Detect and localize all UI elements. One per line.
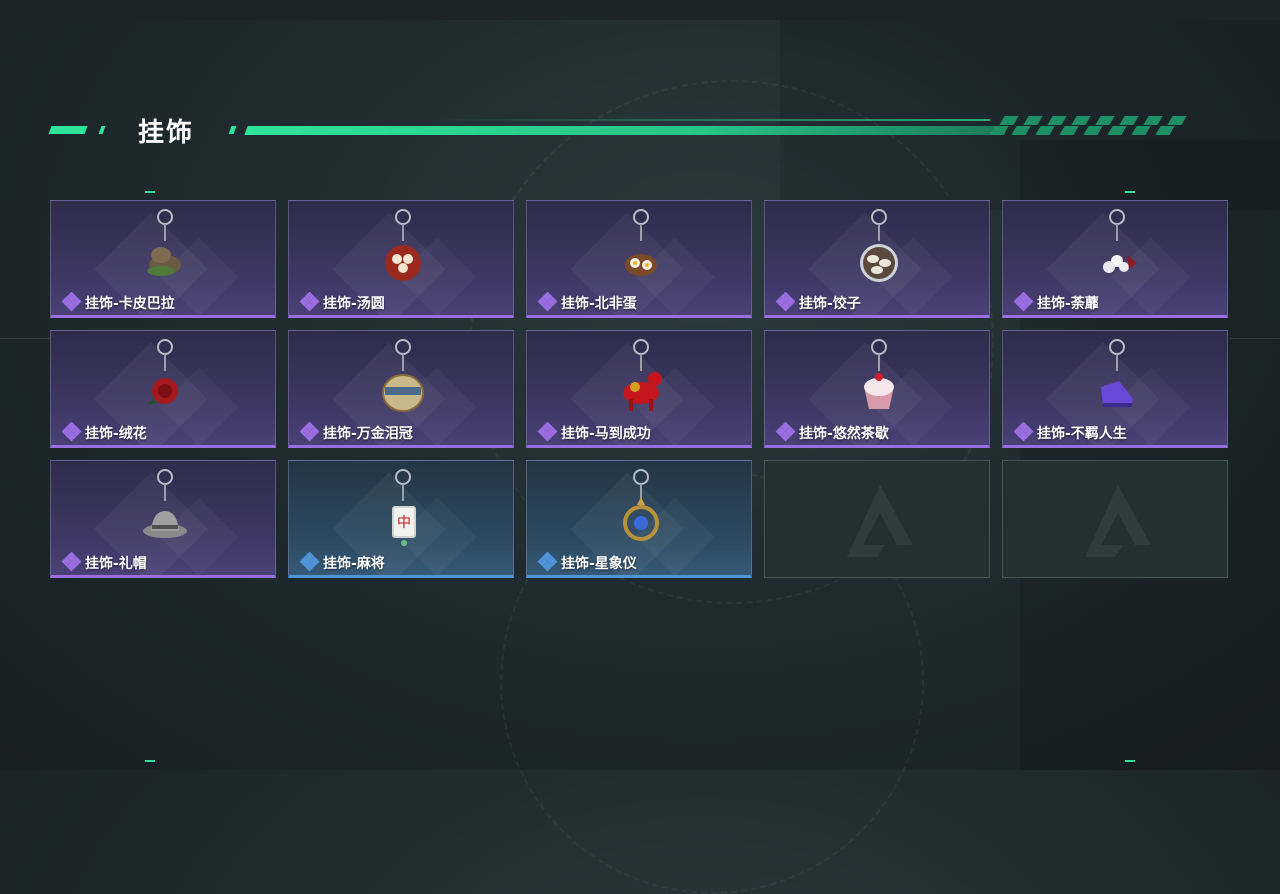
- charm-card[interactable]: 挂饰-卡皮巴拉: [50, 200, 276, 318]
- hat-charm-icon: [139, 467, 191, 557]
- charm-name: 挂饰-卡皮巴拉: [85, 296, 175, 312]
- charm-card[interactable]: 挂饰-饺子: [764, 200, 990, 318]
- charm-name: 挂饰-北非蛋: [561, 296, 637, 312]
- side-line-left: [0, 338, 50, 339]
- mahjong-tile-charm-icon: 中: [377, 467, 429, 557]
- rarity-diamond-icon: [299, 291, 321, 312]
- charm-card[interactable]: 挂饰-荼蘼: [1002, 200, 1228, 318]
- charm-name: 挂饰-荼蘼: [1037, 296, 1099, 312]
- charm-name: 挂饰-绒花: [85, 426, 147, 442]
- corner-mark: [145, 760, 155, 762]
- corner-mark: [1125, 191, 1135, 193]
- charm-name: 挂饰-马到成功: [561, 426, 651, 442]
- tangyuan-charm-icon: [377, 207, 429, 297]
- sneaker-charm-icon: [1091, 337, 1143, 427]
- section-header: 挂饰: [48, 112, 1210, 148]
- charm-card[interactable]: 挂饰-北非蛋: [526, 200, 752, 318]
- rarity-diamond-icon: [537, 291, 559, 312]
- header-dash: [48, 126, 88, 134]
- red-rose-charm-icon: [139, 337, 191, 427]
- empty-slot[interactable]: [764, 460, 990, 578]
- dumplings-charm-icon: [853, 207, 905, 297]
- side-line-right: [1230, 338, 1280, 339]
- charm-card[interactable]: 挂饰-星象仪: [526, 460, 752, 578]
- header-dash: [98, 126, 106, 134]
- corner-mark: [145, 191, 155, 193]
- charm-card[interactable]: 挂饰-不羁人生: [1002, 330, 1228, 448]
- charm-name: 挂饰-万金泪冠: [323, 426, 413, 442]
- header-bar: [244, 126, 1008, 135]
- charm-card[interactable]: 中挂饰-麻将: [288, 460, 514, 578]
- charm-card[interactable]: 挂饰-汤圆: [288, 200, 514, 318]
- corner-mark: [1125, 760, 1135, 762]
- header-checker-pattern: [989, 116, 1202, 136]
- charm-card[interactable]: 挂饰-马到成功: [526, 330, 752, 448]
- crown-charm-icon: [377, 337, 429, 427]
- rarity-diamond-icon: [775, 291, 797, 312]
- game-logo-icon: [1083, 483, 1153, 559]
- rarity-diamond-icon: [537, 551, 559, 572]
- empty-slot[interactable]: [1002, 460, 1228, 578]
- white-flower-charm-icon: [1091, 207, 1143, 297]
- top-band: [0, 0, 1280, 20]
- header-dash: [228, 126, 237, 134]
- rarity-diamond-icon: [775, 421, 797, 442]
- charm-card[interactable]: 挂饰-绒花: [50, 330, 276, 448]
- rarity-diamond-icon: [61, 291, 83, 312]
- rarity-diamond-icon: [61, 551, 83, 572]
- capybara-charm-icon: [139, 207, 191, 297]
- rarity-diamond-icon: [299, 551, 321, 572]
- rarity-diamond-icon: [299, 421, 321, 442]
- astrolabe-charm-icon: [615, 467, 667, 557]
- charm-name: 挂饰-不羁人生: [1037, 426, 1127, 442]
- charm-name: 挂饰-礼帽: [85, 556, 147, 572]
- charm-card[interactable]: 挂饰-万金泪冠: [288, 330, 514, 448]
- rarity-diamond-icon: [1013, 421, 1035, 442]
- cupcake-charm-icon: [853, 337, 905, 427]
- charm-name: 挂饰-饺子: [799, 296, 861, 312]
- game-logo-icon: [845, 483, 915, 559]
- rarity-diamond-icon: [537, 421, 559, 442]
- rarity-diamond-icon: [61, 421, 83, 442]
- charm-name: 挂饰-星象仪: [561, 556, 637, 572]
- charm-name: 挂饰-麻将: [323, 556, 385, 572]
- red-horse-charm-icon: [615, 337, 667, 427]
- rarity-diamond-icon: [1013, 291, 1035, 312]
- section-title: 挂饰: [138, 118, 195, 148]
- charm-card[interactable]: 挂饰-礼帽: [50, 460, 276, 578]
- charm-card[interactable]: 挂饰-悠然茶歇: [764, 330, 990, 448]
- svg-text:中: 中: [397, 515, 411, 531]
- charm-name: 挂饰-汤圆: [323, 296, 385, 312]
- shakshuka-charm-icon: [615, 207, 667, 297]
- charm-name: 挂饰-悠然茶歇: [799, 426, 889, 442]
- header-thin-line: [430, 119, 990, 121]
